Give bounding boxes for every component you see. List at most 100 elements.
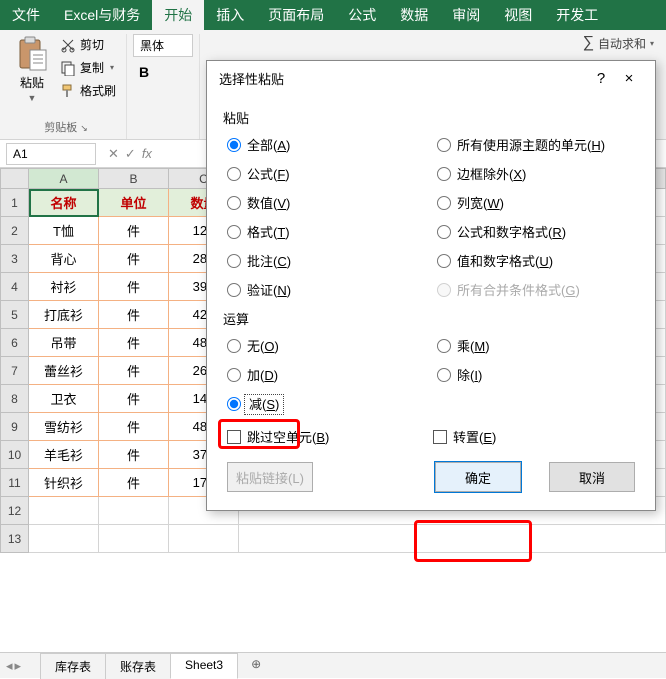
empty-cell[interactable] xyxy=(29,525,99,553)
radio-input[interactable] xyxy=(227,397,241,411)
ribbon-tab[interactable]: 公式 xyxy=(336,0,388,30)
row-header[interactable]: 2 xyxy=(1,217,29,245)
column-header[interactable]: A xyxy=(29,169,99,189)
ribbon-tab[interactable]: Excel与财务 xyxy=(52,0,152,30)
table-header-cell[interactable]: 单位 xyxy=(99,189,169,217)
sheet-tab[interactable]: 库存表 xyxy=(40,653,106,679)
row-header[interactable]: 12 xyxy=(1,497,29,525)
row-header[interactable]: 3 xyxy=(1,245,29,273)
empty-cell[interactable] xyxy=(99,497,169,525)
add-sheet-button[interactable]: ⊕ xyxy=(237,653,275,679)
table-cell[interactable]: 蕾丝衫 xyxy=(29,357,99,385)
radio-input[interactable] xyxy=(437,368,451,382)
sheet-tab[interactable]: 账存表 xyxy=(105,653,171,679)
radio-option[interactable]: 格式(T) xyxy=(227,222,429,241)
radio-option[interactable]: 数值(V) xyxy=(227,193,429,212)
ribbon-tab[interactable]: 数据 xyxy=(388,0,440,30)
radio-option[interactable]: 值和数字格式(U) xyxy=(437,251,639,270)
radio-option[interactable]: 边框除外(X) xyxy=(437,164,639,183)
autosum-button[interactable]: ∑ 自动求和 ▾ xyxy=(583,34,654,52)
row-header[interactable]: 5 xyxy=(1,301,29,329)
radio-option[interactable]: 无(O) xyxy=(227,336,429,355)
radio-option[interactable]: 加(D) xyxy=(227,365,429,384)
radio-input[interactable] xyxy=(227,254,241,268)
radio-input[interactable] xyxy=(227,368,241,382)
table-cell[interactable]: 件 xyxy=(99,385,169,413)
radio-input[interactable] xyxy=(437,339,451,353)
row-header[interactable]: 6 xyxy=(1,329,29,357)
ok-button[interactable]: 确定 xyxy=(435,462,521,492)
table-header-cell[interactable]: 名称 xyxy=(29,189,99,217)
radio-input[interactable] xyxy=(437,167,451,181)
radio-option[interactable]: 所有使用源主题的单元(H) xyxy=(437,135,639,154)
ribbon-tab[interactable]: 开发工 xyxy=(544,0,610,30)
table-cell[interactable]: T恤 xyxy=(29,217,99,245)
radio-option[interactable]: 除(I) xyxy=(437,365,639,384)
confirm-edit-icon[interactable]: ✓ xyxy=(125,146,136,162)
table-cell[interactable]: 件 xyxy=(99,301,169,329)
ribbon-tab[interactable]: 文件 xyxy=(0,0,52,30)
bold-button[interactable]: B xyxy=(133,61,155,83)
help-button[interactable]: ? xyxy=(587,70,615,87)
format-painter-button[interactable]: 格式刷 xyxy=(56,80,120,101)
table-cell[interactable]: 件 xyxy=(99,245,169,273)
ribbon-tab[interactable]: 开始 xyxy=(152,0,204,30)
radio-option[interactable]: 验证(N) xyxy=(227,280,429,299)
sheet-nav-next-icon[interactable]: ▸ xyxy=(15,658,22,674)
table-cell[interactable]: 背心 xyxy=(29,245,99,273)
empty-cell[interactable] xyxy=(99,525,169,553)
row-header[interactable]: 13 xyxy=(1,525,29,553)
table-cell[interactable]: 吊带 xyxy=(29,329,99,357)
radio-option[interactable]: 公式(F) xyxy=(227,164,429,183)
radio-option[interactable]: 减(S) xyxy=(227,394,429,413)
table-cell[interactable]: 雪纺衫 xyxy=(29,413,99,441)
ribbon-tab[interactable]: 审阅 xyxy=(440,0,492,30)
row-header[interactable]: 10 xyxy=(1,441,29,469)
fx-icon[interactable]: fx xyxy=(142,146,152,161)
row-header[interactable]: 8 xyxy=(1,385,29,413)
skip-blanks-checkbox[interactable]: 跳过空单元(B) xyxy=(227,427,433,446)
empty-cell[interactable] xyxy=(29,497,99,525)
cancel-button[interactable]: 取消 xyxy=(549,462,635,492)
cancel-edit-icon[interactable]: ✕ xyxy=(108,146,119,162)
table-cell[interactable]: 件 xyxy=(99,413,169,441)
close-button[interactable]: × xyxy=(615,70,643,87)
table-cell[interactable]: 卫衣 xyxy=(29,385,99,413)
radio-input[interactable] xyxy=(227,138,241,152)
font-name-select[interactable]: 黑体 xyxy=(133,34,193,57)
sheet-tab[interactable]: Sheet3 xyxy=(170,653,238,679)
transpose-checkbox[interactable]: 转置(E) xyxy=(433,427,639,446)
ribbon-tab[interactable]: 视图 xyxy=(492,0,544,30)
row-header[interactable]: 4 xyxy=(1,273,29,301)
radio-option[interactable]: 批注(C) xyxy=(227,251,429,270)
table-cell[interactable]: 件 xyxy=(99,273,169,301)
empty-cell[interactable] xyxy=(169,525,239,553)
ribbon-tab[interactable]: 页面布局 xyxy=(256,0,336,30)
column-header[interactable]: B xyxy=(99,169,169,189)
radio-input[interactable] xyxy=(227,196,241,210)
radio-option[interactable]: 公式和数字格式(R) xyxy=(437,222,639,241)
copy-button[interactable]: 复制▾ xyxy=(56,57,120,78)
radio-input[interactable] xyxy=(437,254,451,268)
row-header[interactable]: 7 xyxy=(1,357,29,385)
radio-input[interactable] xyxy=(227,283,241,297)
row-header[interactable]: 11 xyxy=(1,469,29,497)
table-cell[interactable]: 针织衫 xyxy=(29,469,99,497)
ribbon-tab[interactable]: 插入 xyxy=(204,0,256,30)
radio-option[interactable]: 全部(A) xyxy=(227,135,429,154)
table-cell[interactable]: 衬衫 xyxy=(29,273,99,301)
table-cell[interactable]: 件 xyxy=(99,469,169,497)
cut-button[interactable]: 剪切 xyxy=(56,34,120,55)
radio-input[interactable] xyxy=(437,196,451,210)
name-box[interactable]: A1 xyxy=(6,143,96,165)
table-cell[interactable]: 件 xyxy=(99,441,169,469)
paste-button[interactable]: 粘贴 ▼ xyxy=(12,34,52,105)
radio-input[interactable] xyxy=(227,339,241,353)
dialog-titlebar[interactable]: 选择性粘贴 ? × xyxy=(207,61,655,96)
radio-input[interactable] xyxy=(437,225,451,239)
table-cell[interactable]: 件 xyxy=(99,357,169,385)
table-cell[interactable]: 件 xyxy=(99,329,169,357)
row-header[interactable]: 1 xyxy=(1,189,29,217)
radio-input[interactable] xyxy=(227,167,241,181)
sheet-nav-prev-icon[interactable]: ◂ xyxy=(6,658,13,674)
